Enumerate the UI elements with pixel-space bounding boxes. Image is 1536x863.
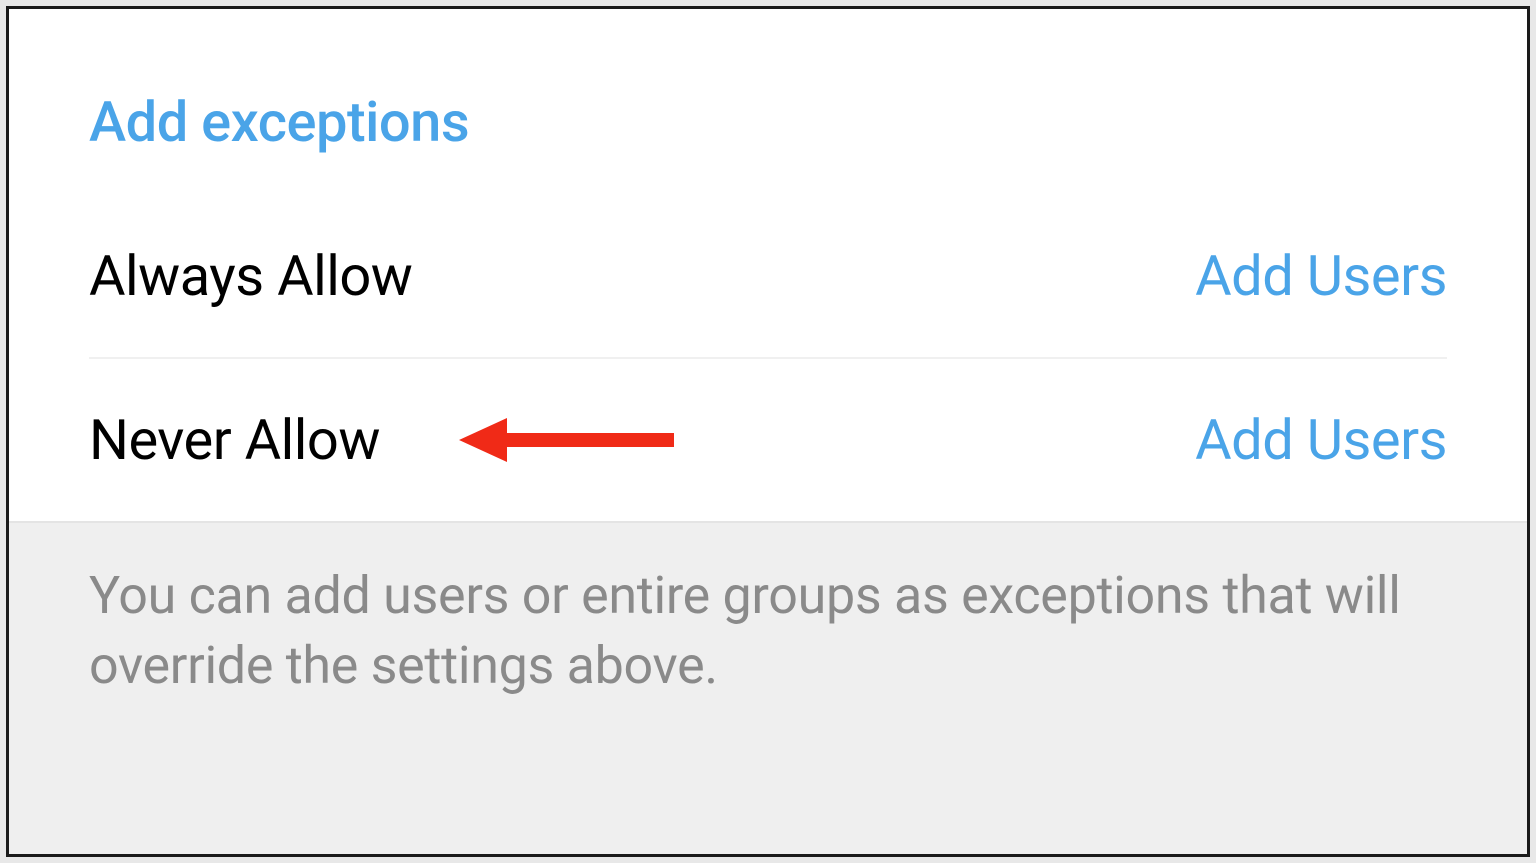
exceptions-header: Add exceptions xyxy=(9,9,1527,195)
exceptions-footer: You can add users or entire groups as ex… xyxy=(9,521,1527,854)
settings-panel: Add exceptions Always Allow Add Users Ne… xyxy=(9,9,1527,854)
annotation-arrow-icon xyxy=(459,410,679,470)
never-allow-label: Never Allow xyxy=(89,407,380,473)
always-allow-row[interactable]: Always Allow Add Users xyxy=(9,195,1527,357)
exceptions-footer-text: You can add users or entire groups as ex… xyxy=(89,561,1447,701)
exceptions-title: Add exceptions xyxy=(89,89,1447,155)
never-allow-row[interactable]: Never Allow Add Users xyxy=(9,359,1527,521)
always-allow-label: Always Allow xyxy=(89,243,412,309)
never-allow-add-users-link[interactable]: Add Users xyxy=(1195,407,1447,473)
settings-frame: Add exceptions Always Allow Add Users Ne… xyxy=(6,6,1530,857)
always-allow-add-users-link[interactable]: Add Users xyxy=(1195,243,1447,309)
